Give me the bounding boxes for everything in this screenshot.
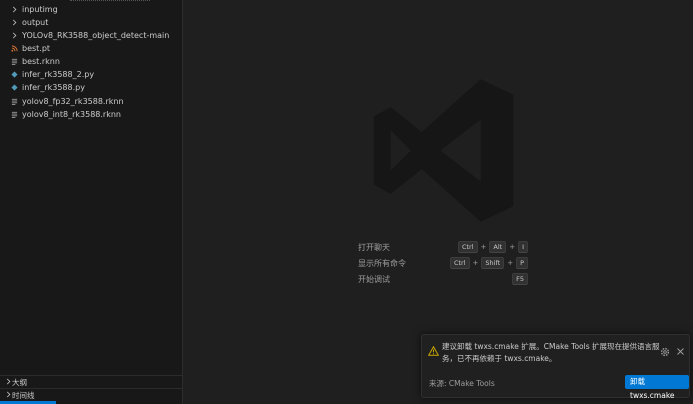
- chevron-right-icon: [10, 5, 19, 14]
- chevron-right-icon: [5, 391, 12, 400]
- python-icon: [10, 70, 19, 79]
- vscode-logo-icon: [366, 73, 521, 232]
- keybinding: Ctrl + Shift + P: [449, 257, 528, 269]
- tree-item-label: YOLOv8_RK3588_object_detect-main: [22, 31, 170, 40]
- chevron-right-icon: [5, 378, 12, 387]
- shortcut-list: 打开聊天 Ctrl + Alt + I 显示所有命令 Ctrl + Shift …: [358, 239, 528, 287]
- shortcut-label: 打开聊天: [358, 242, 390, 252]
- notification-message: 建议卸载 twxs.cmake 扩展。CMake Tools 扩展现在提供语言服…: [442, 341, 660, 365]
- file-lines-icon: [10, 57, 19, 66]
- section-label: 大纲: [12, 377, 27, 387]
- tree-item-file[interactable]: infer_rk3588.py: [0, 81, 183, 94]
- close-icon[interactable]: [676, 341, 685, 360]
- keybinding: F5: [512, 273, 528, 285]
- explorer-sidebar: inputimg output YOLOv8_RK3588_object_det…: [0, 0, 183, 404]
- rss-icon: [10, 44, 19, 53]
- notification-toast: 建议卸载 twxs.cmake 扩展。CMake Tools 扩展现在提供语言服…: [421, 334, 690, 400]
- tree-item-file[interactable]: yolov8_fp32_rk3588.rknn: [0, 95, 183, 108]
- warning-icon: [427, 341, 440, 360]
- tree-item-label: infer_rk3588.py: [22, 83, 85, 92]
- python-icon: [10, 83, 19, 92]
- notification-source: 来源: CMake Tools: [429, 379, 495, 388]
- shortcut-label: 显示所有命令: [358, 258, 406, 268]
- section-label: 时间线: [12, 390, 35, 400]
- tree-item-file[interactable]: infer_rk3588_2.py: [0, 68, 183, 81]
- tree-item-folder[interactable]: YOLOv8_RK3588_object_detect-main: [0, 29, 183, 42]
- key: Shift: [481, 257, 505, 269]
- uninstall-extension-button[interactable]: 卸载 twxs.cmake: [625, 375, 689, 400]
- gear-icon[interactable]: [660, 342, 670, 361]
- key: Alt: [489, 241, 507, 253]
- shortcut-open-chat[interactable]: 打开聊天 Ctrl + Alt + I: [358, 239, 528, 255]
- shortcut-label: 开始调试: [358, 274, 390, 284]
- tree-item-label: inputimg: [22, 5, 58, 14]
- key: I: [518, 241, 528, 253]
- tree-item-label: yolov8_int8_rk3588.rknn: [22, 110, 121, 119]
- outline-section-header[interactable]: 大纲: [0, 375, 183, 388]
- key: Ctrl: [449, 257, 470, 269]
- tree-item-file[interactable]: best.rknn: [0, 55, 183, 68]
- tree-item-label: best.pt: [22, 44, 51, 53]
- key: Ctrl: [457, 241, 478, 253]
- shortcut-start-debugging[interactable]: 开始调试 F5: [358, 271, 528, 287]
- tree-item-label: output: [22, 18, 49, 27]
- tree-divider: [70, 0, 150, 1]
- chevron-right-icon: [10, 31, 19, 40]
- shortcut-show-all-commands[interactable]: 显示所有命令 Ctrl + Shift + P: [358, 255, 528, 271]
- key-separator: +: [480, 243, 487, 251]
- chevron-right-icon: [10, 18, 19, 27]
- notification-line: 建议卸载 twxs.cmake 扩展。CMake Tools 扩展现在提供语言服: [442, 342, 660, 351]
- tree-item-label: infer_rk3588_2.py: [22, 70, 95, 79]
- key-separator: +: [509, 243, 516, 251]
- key-separator: +: [507, 259, 514, 267]
- file-lines-icon: [10, 110, 19, 119]
- tree-item-label: yolov8_fp32_rk3588.rknn: [22, 97, 124, 106]
- tree-item-folder[interactable]: output: [0, 16, 183, 29]
- notification-line: 务，已不再依赖于 twxs.cmake。: [442, 354, 557, 363]
- file-lines-icon: [10, 97, 19, 106]
- timeline-section-header[interactable]: 时间线: [0, 388, 183, 401]
- key: P: [516, 257, 528, 269]
- keybinding: Ctrl + Alt + I: [457, 241, 528, 253]
- key: F5: [512, 273, 528, 285]
- tree-item-file[interactable]: yolov8_int8_rk3588.rknn: [0, 108, 183, 121]
- key-separator: +: [472, 259, 479, 267]
- tree-item-label: best.rknn: [22, 57, 60, 66]
- tree-item-file[interactable]: best.pt: [0, 42, 183, 55]
- tree-item-folder[interactable]: inputimg: [0, 3, 183, 16]
